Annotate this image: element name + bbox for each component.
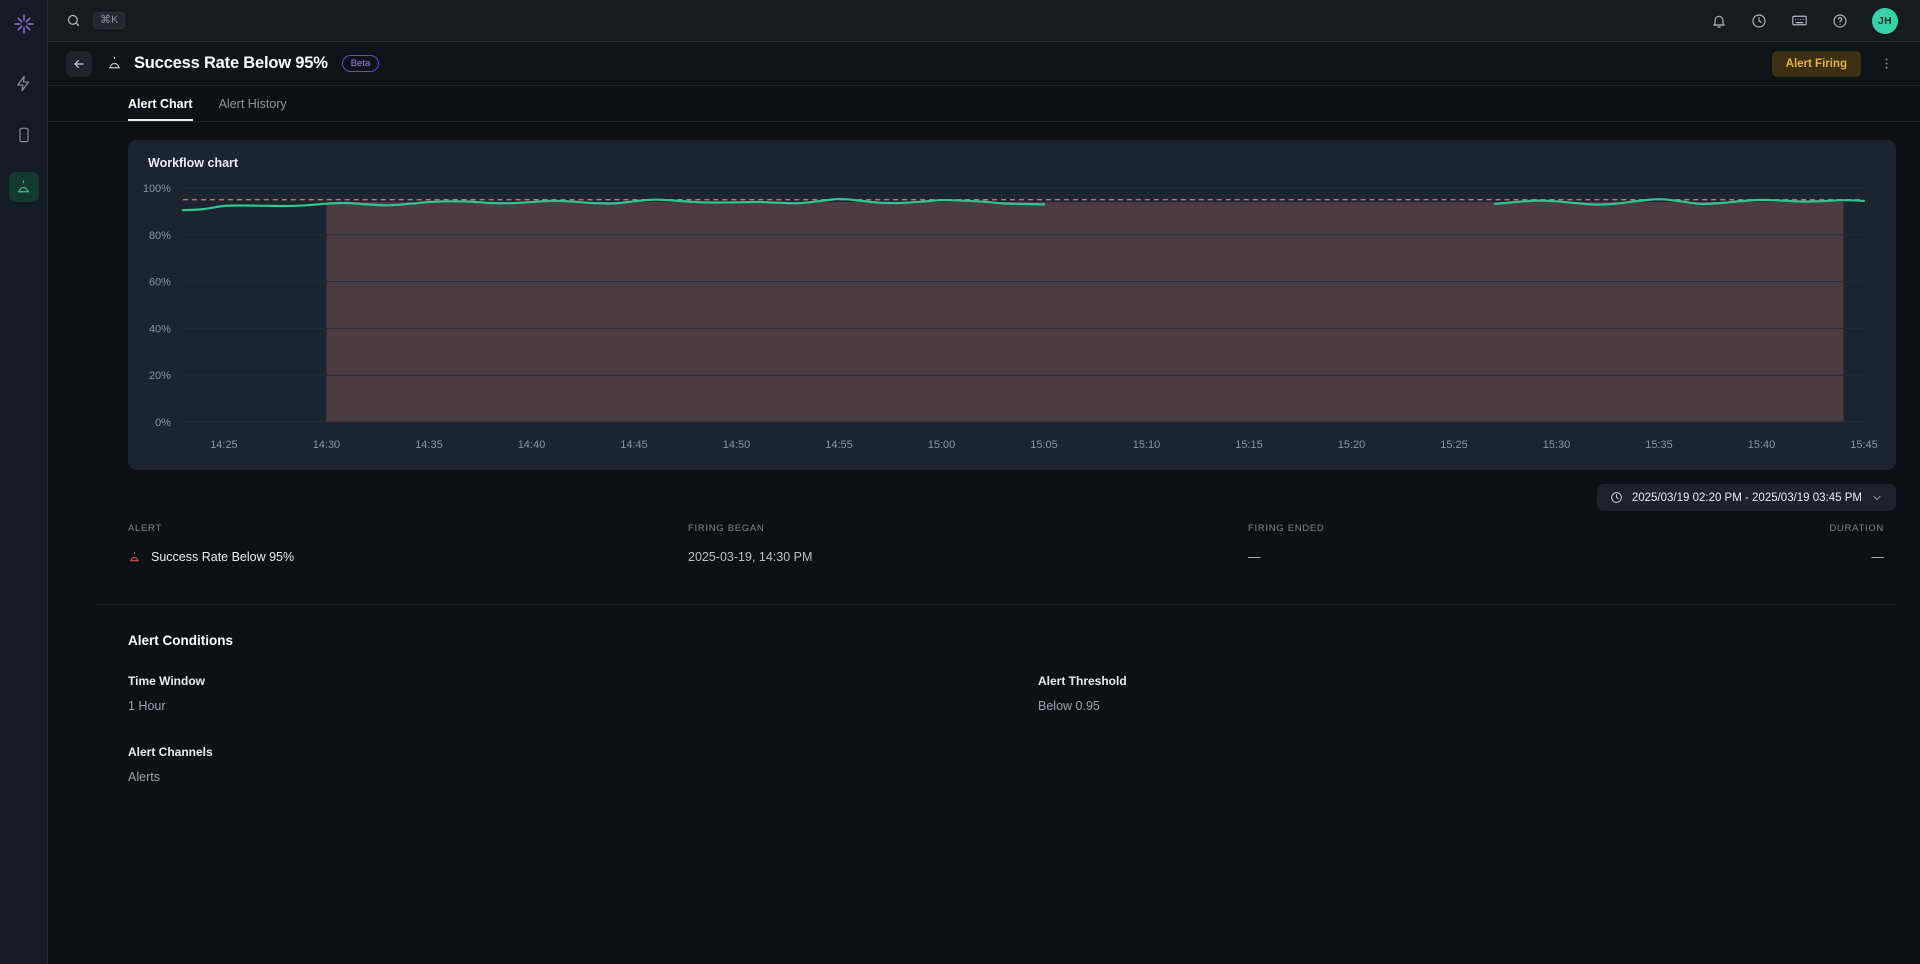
x-axis-tick-label: 15:40 xyxy=(1748,439,1775,451)
starburst-logo-icon[interactable] xyxy=(10,10,38,38)
search-icon[interactable] xyxy=(66,13,81,28)
page-header: Success Rate Below 95% Beta Alert Firing xyxy=(48,42,1920,86)
top-bar-actions: JH xyxy=(1711,8,1898,34)
y-axis-tick-label: 20% xyxy=(149,370,171,382)
main-region: ⌘K xyxy=(48,0,1920,964)
global-search[interactable]: ⌘K xyxy=(66,12,125,29)
status-badge[interactable]: Alert Firing xyxy=(1772,51,1861,77)
alert-conditions-heading: Alert Conditions xyxy=(128,633,1896,648)
clock-icon[interactable] xyxy=(1751,13,1767,29)
column-header-firing-began: FIRING BEGAN xyxy=(688,523,1248,534)
alert-channels-block: Alert Channels Alerts xyxy=(128,745,1038,784)
question-circle-icon[interactable] xyxy=(1832,13,1848,29)
table-header-row: ALERT FIRING BEGAN FIRING ENDED DURATION xyxy=(128,523,1896,550)
mobile-device-icon xyxy=(16,127,32,143)
x-axis-tick-label: 14:40 xyxy=(518,439,545,451)
success-rate-line-chart[interactable]: 0% 20% 40% 60% 80% 100% 14:25 14:30 14:35 14:40 14… xyxy=(128,180,1896,458)
tab-alert-chart[interactable]: Alert Chart xyxy=(128,97,193,121)
x-axis-tick-label: 15:10 xyxy=(1133,439,1160,451)
cell-firing-began: 2025-03-19, 14:30 PM xyxy=(688,550,1248,564)
clock-icon xyxy=(1610,491,1623,504)
time-window-value: 1 Hour xyxy=(128,699,1038,713)
cell-duration: — xyxy=(1808,550,1896,564)
x-axis-tick-label: 15:25 xyxy=(1440,439,1467,451)
x-axis-tick-label: 15:45 xyxy=(1850,439,1877,451)
sidebar-item-workflows[interactable] xyxy=(9,68,39,98)
cell-alert-name: Success Rate Below 95% xyxy=(151,550,294,564)
alert-threshold-block: Alert Threshold Below 0.95 xyxy=(1038,674,1920,713)
page-body: Workflow chart 0% 20% 40% 60% 80% 100% 14:25 14… xyxy=(48,122,1920,964)
alert-threshold-label: Alert Threshold xyxy=(1038,674,1920,688)
conditions-column-left: Time Window 1 Hour Alert Channels Alerts xyxy=(128,674,1038,784)
y-axis-tick-label: 40% xyxy=(149,323,171,335)
x-axis-tick-label: 15:30 xyxy=(1543,439,1570,451)
table-row[interactable]: Success Rate Below 95% 2025-03-19, 14:30… xyxy=(128,550,1896,564)
alert-conditions-section: Alert Conditions Time Window 1 Hour Aler… xyxy=(48,605,1920,784)
keyboard-icon[interactable] xyxy=(1791,12,1808,29)
page-header-actions: Alert Firing xyxy=(1772,51,1898,77)
column-header-alert: ALERT xyxy=(128,523,688,534)
bell-icon[interactable] xyxy=(1711,13,1727,29)
chart-title: Workflow chart xyxy=(128,156,1896,170)
alert-threshold-value: Below 0.95 xyxy=(1038,699,1920,713)
y-axis-tick-label: 100% xyxy=(143,183,171,195)
arrow-left-icon xyxy=(72,57,86,71)
cell-firing-ended: — xyxy=(1248,550,1808,564)
alert-channels-value: Alerts xyxy=(128,770,1038,784)
left-nav-rail xyxy=(0,0,48,964)
alert-siren-icon xyxy=(15,179,32,196)
x-axis-tick-label: 14:55 xyxy=(825,439,852,451)
x-axis-tick-label: 14:30 xyxy=(313,439,340,451)
y-axis-tick-label: 60% xyxy=(149,277,171,289)
alert-instances-table: ALERT FIRING BEGAN FIRING ENDED DURATION… xyxy=(128,523,1896,564)
tab-alert-history[interactable]: Alert History xyxy=(219,97,287,121)
x-axis-tick-label: 14:25 xyxy=(210,439,237,451)
column-header-firing-ended: FIRING ENDED xyxy=(1248,523,1808,534)
vertical-dots-icon[interactable] xyxy=(1875,56,1898,71)
alert-channels-label: Alert Channels xyxy=(128,745,1038,759)
avatar[interactable]: JH xyxy=(1872,8,1898,34)
x-axis-tick-label: 14:35 xyxy=(415,439,442,451)
sidebar-item-devices[interactable] xyxy=(9,120,39,150)
x-axis-tick-label: 15:05 xyxy=(1030,439,1057,451)
time-window-label: Time Window xyxy=(128,674,1038,688)
column-header-duration: DURATION xyxy=(1808,523,1896,534)
date-range-picker[interactable]: 2025/03/19 02:20 PM - 2025/03/19 03:45 P… xyxy=(1597,484,1896,511)
x-axis-tick-label: 15:00 xyxy=(928,439,955,451)
beta-badge: Beta xyxy=(342,55,380,72)
alert-siren-icon xyxy=(106,55,123,72)
chevron-down-icon[interactable] xyxy=(1871,492,1883,504)
x-axis-tick-label: 14:50 xyxy=(723,439,750,451)
conditions-column-right: Alert Threshold Below 0.95 xyxy=(1038,674,1920,784)
tab-bar: Alert Chart Alert History xyxy=(48,86,1920,122)
app-root: ⌘K xyxy=(0,0,1920,964)
sidebar-item-alerts[interactable] xyxy=(9,172,39,202)
page-title: Success Rate Below 95% xyxy=(134,54,328,73)
workflow-chart-card: Workflow chart 0% 20% 40% 60% 80% 100% 14:25 14… xyxy=(128,140,1896,470)
back-button[interactable] xyxy=(66,51,92,77)
x-axis-tick-label: 15:20 xyxy=(1338,439,1365,451)
x-axis-tick-label: 15:35 xyxy=(1645,439,1672,451)
time-window-block: Time Window 1 Hour xyxy=(128,674,1038,713)
x-axis-tick-label: 15:15 xyxy=(1235,439,1262,451)
alert-conditions-grid: Time Window 1 Hour Alert Channels Alerts… xyxy=(128,674,1896,784)
date-range-value: 2025/03/19 02:20 PM - 2025/03/19 03:45 P… xyxy=(1632,492,1862,504)
x-axis-tick-label: 14:45 xyxy=(620,439,647,451)
y-axis-tick-label: 0% xyxy=(155,417,171,429)
alert-siren-icon xyxy=(128,551,141,564)
top-bar: ⌘K xyxy=(48,0,1920,42)
search-shortcut-hint: ⌘K xyxy=(93,12,125,29)
cell-alert: Success Rate Below 95% xyxy=(128,550,688,564)
y-axis-tick-label: 80% xyxy=(149,230,171,242)
chart-area[interactable]: 0% 20% 40% 60% 80% 100% 14:25 14:30 14:35 14:40 14… xyxy=(128,180,1896,458)
lightning-bolt-icon xyxy=(15,75,32,92)
range-bar: 2025/03/19 02:20 PM - 2025/03/19 03:45 P… xyxy=(48,470,1920,511)
